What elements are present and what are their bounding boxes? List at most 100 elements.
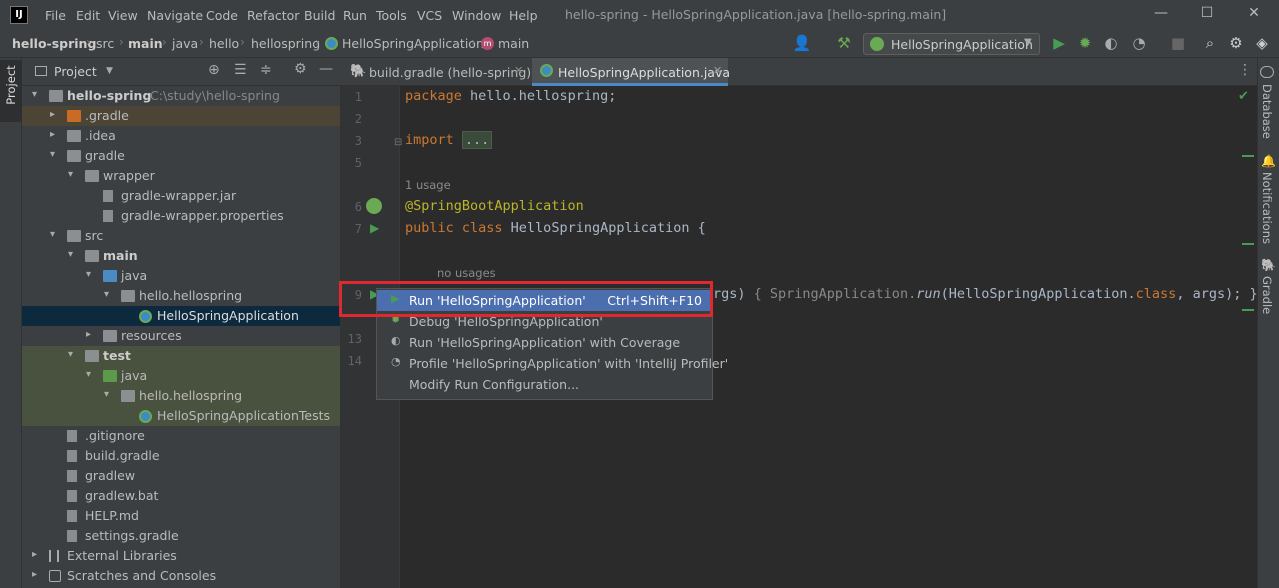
tree-row[interactable]: ▸ External Libraries — [22, 546, 340, 566]
menu-view[interactable]: View — [108, 8, 138, 23]
database-tool-tab[interactable]: Database — [1260, 84, 1274, 139]
menu-window[interactable]: Window — [452, 8, 501, 23]
chevron-down-icon[interactable]: ▾ — [104, 289, 114, 300]
run-configuration-select[interactable]: HelloSpringApplication ▼ — [863, 33, 1040, 55]
code-line-1[interactable]: package hello.hellospring; — [405, 88, 616, 104]
tree-row[interactable]: ▸ Scratches and Consoles — [22, 566, 340, 586]
breadcrumb-java[interactable]: java — [172, 36, 198, 51]
run-gutter-icon[interactable]: ▶ — [370, 221, 379, 235]
tree-row[interactable]: ▾ hello-spring C:\study\hello-spring — [22, 86, 340, 106]
tree-row[interactable]: ▸ .idea — [22, 126, 340, 146]
annotation-line[interactable]: @SpringBootApplication — [405, 198, 584, 214]
tree-row[interactable]: ▾ hello.hellospring — [22, 286, 340, 306]
folded-imports[interactable]: ... — [461, 131, 493, 149]
stop-icon[interactable]: ■ — [1168, 34, 1188, 52]
menu-help[interactable]: Help — [509, 8, 538, 23]
tree-row[interactable]: build.gradle — [22, 446, 340, 466]
menu-code[interactable]: Code — [206, 8, 238, 23]
breadcrumb-method[interactable]: main — [498, 36, 529, 51]
tree-row[interactable]: ▾ hello.hellospring — [22, 386, 340, 406]
chevron-down-icon[interactable]: ▾ — [32, 89, 42, 100]
profile-icon[interactable]: ◔ — [1129, 34, 1149, 52]
gradle-tool-tab[interactable]: Gradle — [1260, 276, 1274, 314]
coverage-icon[interactable]: ◐ — [1101, 34, 1121, 52]
spring-bean-gutter-icon[interactable] — [366, 198, 382, 214]
chevron-down-icon[interactable]: ▾ — [50, 149, 60, 160]
tree-row[interactable]: gradlew — [22, 466, 340, 486]
popup-item-profile[interactable]: ◔ Profile 'HelloSpringApplication' with … — [377, 353, 728, 374]
tree-row[interactable]: HelloSpringApplicationTests — [22, 406, 340, 426]
more-options-icon[interactable]: ⋮ — [1238, 62, 1252, 78]
main-method-line[interactable]: rgs) { SpringApplication.run(HelloSpring… — [713, 286, 1258, 302]
chevron-down-icon[interactable]: ▼ — [106, 66, 113, 76]
no-problems-check-icon[interactable]: ✔ — [1238, 89, 1249, 104]
tree-row[interactable]: gradlew.bat — [22, 486, 340, 506]
maximize-button[interactable]: ☐ — [1192, 5, 1222, 25]
locate-icon[interactable]: ⊕ — [208, 62, 220, 78]
tab-hello-spring-application[interactable]: HelloSpringApplication.java ✕ — [532, 58, 730, 86]
menu-file[interactable]: File — [45, 8, 66, 23]
tree-row[interactable]: ▾ main — [22, 246, 340, 266]
tree-row[interactable]: gradle-wrapper.properties — [22, 206, 340, 226]
tab-build-gradle[interactable]: 🐘 build.gradle (hello-spring) ✕ — [340, 58, 531, 86]
tree-row[interactable]: HELP.md — [22, 506, 340, 526]
chevron-down-icon[interactable]: ▾ — [50, 229, 60, 240]
code-line-3[interactable]: import ... — [405, 131, 493, 149]
chevron-right-icon[interactable]: ▸ — [50, 129, 60, 140]
tree-row[interactable]: ▾ wrapper — [22, 166, 340, 186]
tree-row[interactable]: HelloSpringApplication — [22, 306, 340, 326]
close-tab-icon[interactable]: ✕ — [514, 64, 523, 77]
chevron-right-icon[interactable]: ▸ — [50, 109, 60, 120]
menu-navigate[interactable]: Navigate — [147, 8, 203, 23]
build-hammer-icon[interactable]: ⚒ — [834, 34, 854, 52]
close-tab-icon[interactable]: ✕ — [713, 64, 722, 77]
tree-row[interactable]: ▸ resources — [22, 326, 340, 346]
breadcrumb-src[interactable]: src — [96, 36, 114, 51]
menu-tools[interactable]: Tools — [376, 8, 407, 23]
tree-row[interactable]: settings.gradle — [22, 526, 340, 546]
breadcrumb-main[interactable]: main — [128, 36, 163, 51]
hide-panel-icon[interactable]: — — [319, 61, 333, 77]
tree-row[interactable]: .gitignore — [22, 426, 340, 446]
collapse-all-icon[interactable]: ≑ — [260, 62, 272, 78]
user-icon[interactable]: 👤 — [792, 34, 812, 52]
minimize-button[interactable]: — — [1146, 5, 1176, 25]
breadcrumb-hellospring[interactable]: hellospring — [251, 36, 320, 51]
fold-icon[interactable]: ⊟ — [394, 137, 402, 148]
chevron-right-icon[interactable]: ▸ — [32, 569, 42, 580]
close-button[interactable]: ✕ — [1239, 5, 1269, 25]
tree-row[interactable]: ▾ java — [22, 266, 340, 286]
debug-icon[interactable]: ✹ — [1075, 34, 1095, 52]
popup-item-coverage[interactable]: ◐ Run 'HelloSpringApplication' with Cove… — [377, 332, 712, 353]
popup-item-modify-config[interactable]: Modify Run Configuration... — [377, 374, 712, 395]
breadcrumb-project[interactable]: hello-spring — [12, 36, 96, 51]
breadcrumb-class[interactable]: HelloSpringApplication — [342, 36, 484, 51]
chevron-right-icon[interactable]: ▸ — [86, 329, 96, 340]
settings-gear-icon[interactable]: ⚙ — [1226, 34, 1246, 52]
class-declaration-line[interactable]: public class HelloSpringApplication { — [405, 220, 706, 236]
plugin-icon[interactable]: ◈ — [1252, 34, 1272, 52]
menu-build[interactable]: Build — [304, 8, 335, 23]
menu-run[interactable]: Run — [343, 8, 367, 23]
menu-edit[interactable]: Edit — [76, 8, 100, 23]
breadcrumb-hello[interactable]: hello — [209, 36, 239, 51]
usage-hint[interactable]: 1 usage — [405, 178, 451, 192]
chevron-down-icon[interactable]: ▾ — [104, 389, 114, 400]
chevron-down-icon[interactable]: ▾ — [86, 269, 96, 280]
expand-all-icon[interactable]: ☰ — [234, 62, 247, 78]
gear-icon[interactable]: ⚙ — [294, 61, 307, 77]
search-icon[interactable]: ⌕ — [1200, 34, 1220, 52]
tree-row[interactable]: ▸ .gradle — [22, 106, 340, 126]
project-panel-title[interactable]: Project — [54, 64, 97, 79]
chevron-right-icon[interactable]: ▸ — [32, 549, 42, 560]
chevron-down-icon[interactable]: ▾ — [68, 169, 78, 180]
notifications-tool-tab[interactable]: Notifications — [1260, 172, 1274, 244]
tree-row[interactable]: ▾ test — [22, 346, 340, 366]
run-icon[interactable]: ▶ — [1049, 34, 1069, 52]
tree-row[interactable]: gradle-wrapper.jar — [22, 186, 340, 206]
tree-row[interactable]: ▾ gradle — [22, 146, 340, 166]
chevron-down-icon[interactable]: ▾ — [68, 249, 78, 260]
no-usages-hint[interactable]: no usages — [437, 266, 496, 280]
tree-row[interactable]: ▾ java — [22, 366, 340, 386]
menu-vcs[interactable]: VCS — [417, 8, 442, 23]
